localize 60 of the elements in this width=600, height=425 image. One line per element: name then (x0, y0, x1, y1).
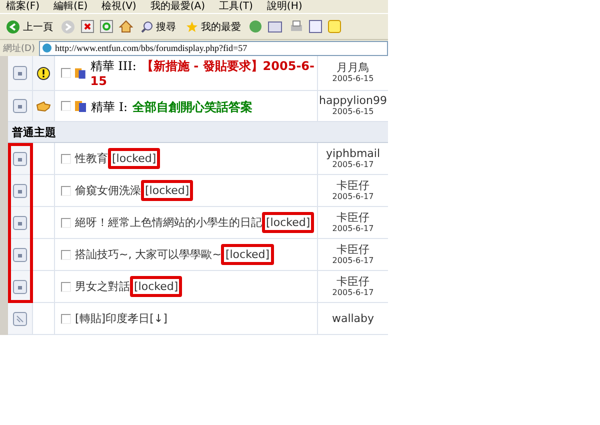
back-button[interactable]: 上一頁 (4, 20, 55, 34)
sticky-thread-title[interactable]: 精華 I: 全部自創開心笑話答案 (91, 98, 253, 114)
thread-title[interactable]: 絕呀！經常上色情網站的小學生的日記 (75, 215, 262, 230)
menu-item[interactable]: 檔案(F) (6, 0, 40, 12)
locked-tag: [locked] (141, 180, 194, 201)
star-icon (186, 20, 198, 32)
checkbox[interactable] (61, 250, 71, 260)
menu-item[interactable]: 工具(T) (219, 0, 253, 12)
home-icon[interactable] (119, 20, 133, 33)
checkbox[interactable] (61, 218, 71, 228)
locked-tag: [locked] (262, 212, 314, 233)
thread-title[interactable]: [轉貼]印度孝日[↓] (75, 311, 168, 326)
checkbox[interactable] (61, 68, 71, 78)
note-icon[interactable] (328, 20, 341, 33)
thread-title[interactable]: 搭訕技巧~, 大家可以學學歐~ (75, 247, 222, 262)
favorites-button[interactable]: 我的最愛 (184, 20, 243, 34)
exclamation-icon (37, 66, 50, 80)
menu-item[interactable]: 我的最愛(A) (150, 0, 205, 12)
stop-icon[interactable] (81, 20, 94, 33)
post-date: 2005-6-17 (332, 224, 374, 234)
thread-title[interactable]: 男女之對話 (75, 279, 130, 294)
checkbox[interactable] (61, 282, 71, 292)
menu-item[interactable]: 檢視(V) (102, 0, 136, 12)
post-date: 2005-6-17 (332, 288, 374, 298)
post-date: 2005-6-17 (332, 192, 374, 202)
lock-icon (13, 99, 27, 113)
locked-tag: [locked] (108, 148, 160, 169)
locked-tag: [locked] (221, 244, 274, 265)
author-name[interactable]: wallaby (332, 312, 374, 324)
author-name[interactable]: yiphbmail (326, 148, 380, 160)
menu-item[interactable]: 說明(H) (266, 0, 302, 12)
section-title: 普通主題 (12, 124, 56, 140)
refresh-icon[interactable] (100, 20, 113, 33)
book-icon (75, 100, 87, 112)
checkbox[interactable] (61, 314, 71, 324)
address-label: 網址(D) (3, 42, 35, 54)
author-name[interactable]: 卡臣仔 (336, 180, 370, 192)
post-date: 2005-6-15 (332, 107, 374, 117)
thread-title[interactable]: 偷窺女佣洗澡 (75, 183, 141, 198)
sticky-thread-title[interactable]: 精華 III: 【新措施 - 發貼要求】2005-6-15 (90, 58, 317, 88)
author-name[interactable]: happylion99 (319, 95, 387, 107)
checkbox[interactable] (61, 154, 71, 164)
lock-icon (13, 66, 27, 80)
locked-tag: [locked] (130, 276, 182, 297)
menu-item[interactable]: 編輯(E) (54, 0, 88, 12)
post-date: 2005-6-15 (332, 74, 374, 84)
search-button[interactable]: 搜尋 (139, 20, 178, 34)
author-name[interactable]: 卡臣仔 (336, 212, 370, 224)
post-date: 2005-6-17 (332, 160, 374, 170)
search-icon (141, 20, 153, 32)
post-date: 2005-6-17 (332, 256, 374, 266)
checkbox[interactable] (61, 186, 71, 196)
author-name[interactable]: 卡臣仔 (336, 276, 370, 288)
printer-icon[interactable] (290, 20, 303, 33)
address-field[interactable]: http://www.entfun.com/bbs/forumdisplay.php?fid=57 (38, 40, 388, 56)
checkbox[interactable] (61, 101, 71, 111)
author-name[interactable]: 月月鳥 (336, 62, 370, 74)
book-icon (75, 68, 86, 78)
author-name[interactable]: 卡臣仔 (336, 244, 370, 256)
thread-title[interactable]: 性教育 (75, 151, 108, 166)
